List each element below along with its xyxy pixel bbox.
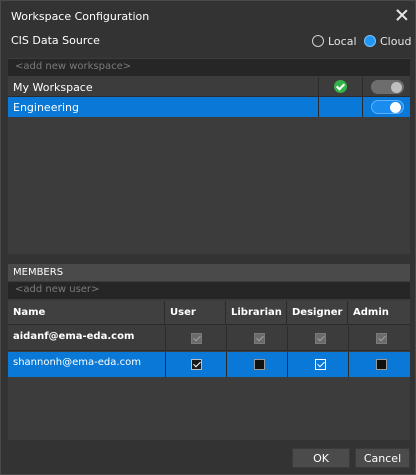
column-divider: [362, 77, 363, 97]
workspace-toggle[interactable]: [371, 80, 404, 94]
column-header-admin[interactable]: Admin: [348, 301, 410, 325]
column-header-designer[interactable]: Designer: [287, 301, 348, 325]
workspace-toggle[interactable]: [371, 100, 404, 114]
members-header: MEMBERS: [8, 264, 410, 281]
radio-cloud-label: Cloud: [380, 34, 412, 48]
member-row[interactable]: shannonh@ema-eda.com: [8, 352, 410, 377]
workspace-configuration-dialog: Workspace Configuration CIS Data Source …: [0, 0, 416, 475]
column-divider: [287, 326, 288, 351]
column-header-user[interactable]: User: [165, 301, 226, 325]
workspace-name: Engineering: [13, 101, 79, 114]
members-panel: MEMBERS <add new user> Name User Librari…: [8, 264, 410, 440]
workspace-row-engineering[interactable]: Engineering: [8, 97, 410, 117]
librarian-role-checkbox[interactable]: [254, 359, 265, 370]
member-row[interactable]: aidanf@ema-eda.com: [8, 326, 410, 351]
radio-local-icon: [312, 35, 324, 47]
librarian-role-checkbox[interactable]: [254, 333, 265, 344]
ok-button[interactable]: OK: [292, 448, 350, 468]
cancel-button[interactable]: Cancel: [355, 448, 410, 468]
user-role-checkbox[interactable]: [191, 359, 202, 370]
column-divider: [318, 97, 319, 117]
member-email: aidanf@ema-eda.com: [13, 331, 135, 342]
data-source-label: CIS Data Source: [11, 34, 100, 47]
column-divider: [226, 326, 227, 351]
toggle-knob: [391, 81, 402, 93]
default-workspace-check-icon: [334, 80, 347, 93]
admin-role-checkbox[interactable]: [376, 359, 387, 370]
toggle-knob: [390, 101, 401, 113]
radio-local-label: Local: [328, 34, 357, 48]
column-divider: [348, 326, 349, 351]
add-workspace-input[interactable]: <add new workspace>: [8, 59, 410, 76]
radio-cloud-icon: [364, 35, 376, 47]
member-email: shannonh@ema-eda.com: [13, 357, 141, 368]
column-divider: [226, 352, 227, 377]
data-source-row: CIS Data Source Local Cloud: [11, 33, 411, 49]
window-title: Workspace Configuration: [11, 10, 150, 23]
radio-cloud[interactable]: Cloud: [364, 33, 411, 49]
column-header-name[interactable]: Name: [8, 301, 165, 325]
admin-role-checkbox[interactable]: [376, 333, 387, 344]
designer-role-checkbox[interactable]: [315, 359, 326, 370]
column-divider: [287, 352, 288, 377]
add-user-input[interactable]: <add new user>: [8, 282, 410, 299]
close-icon[interactable]: [395, 8, 409, 22]
column-header-librarian[interactable]: Librarian: [226, 301, 287, 325]
workspace-list: <add new workspace> My Workspace Enginee…: [8, 58, 410, 254]
title-bar: Workspace Configuration: [1, 1, 415, 29]
column-divider: [165, 352, 166, 377]
workspace-row-my-workspace[interactable]: My Workspace: [8, 77, 410, 97]
column-divider: [348, 352, 349, 377]
column-divider: [318, 77, 319, 97]
radio-local[interactable]: Local: [312, 33, 357, 49]
column-divider: [362, 97, 363, 117]
workspace-name: My Workspace: [13, 81, 93, 94]
column-divider: [165, 326, 166, 351]
designer-role-checkbox[interactable]: [315, 333, 326, 344]
user-role-checkbox[interactable]: [191, 333, 202, 344]
